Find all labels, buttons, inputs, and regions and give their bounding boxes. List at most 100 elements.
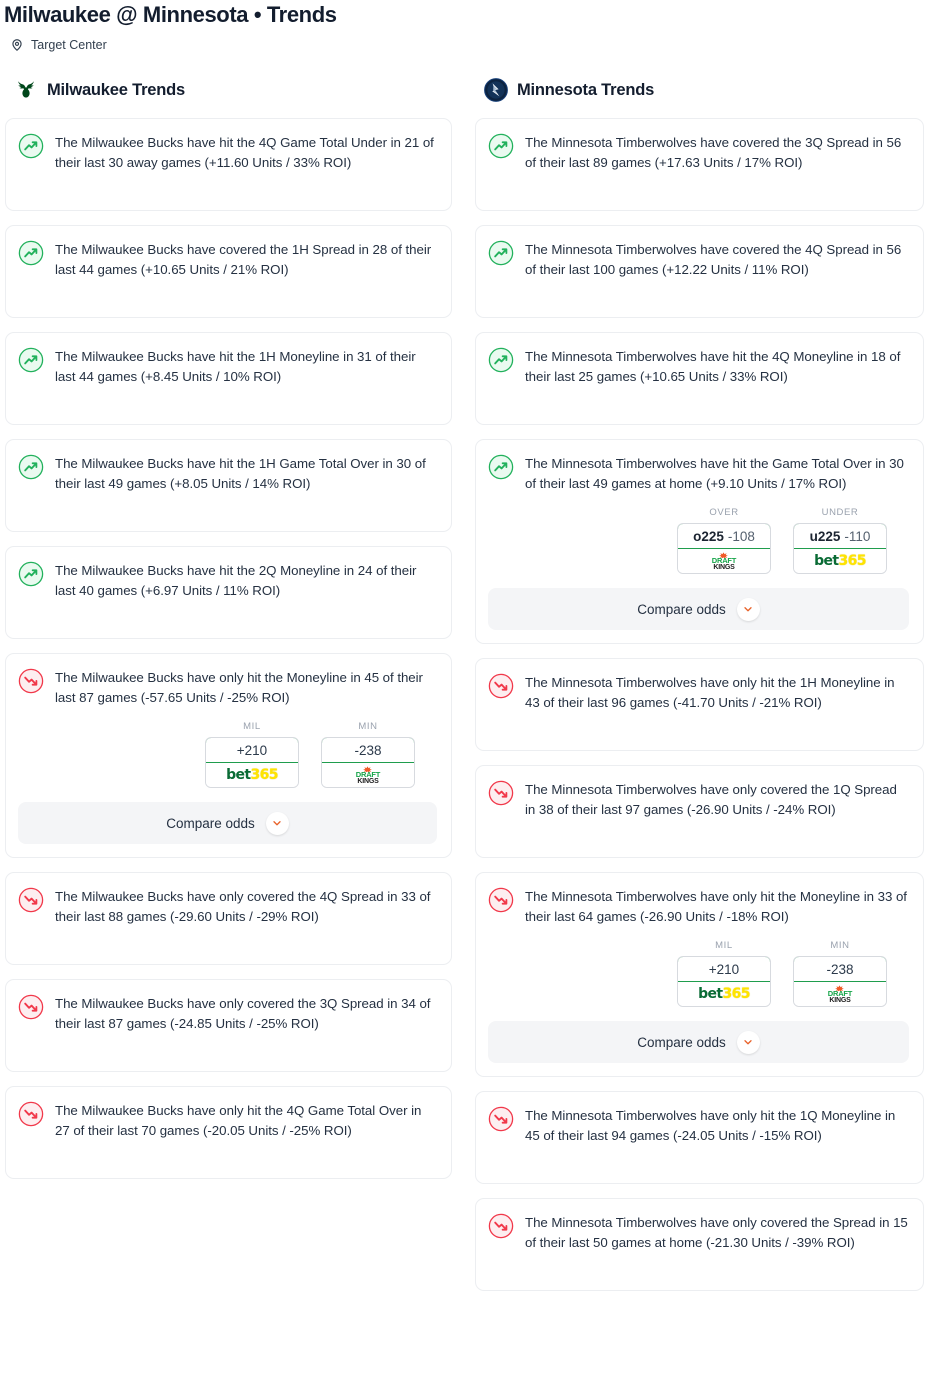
trend-text: The Milwaukee Bucks have only hit the Mo… — [55, 670, 423, 705]
trend-card: The Milwaukee Bucks have hit the 2Q Mone… — [5, 546, 452, 639]
trend-card-top: The Minnesota Timberwolves have covered … — [488, 132, 909, 172]
sportsbook-logo[interactable]: DRAFT KINGS — [794, 982, 886, 1006]
odds-box[interactable]: o225 -108 DRAFT KINGS — [677, 523, 771, 574]
odds-widget: MIL +210 bet365 MIN -238 DRAFT KINGS — [488, 940, 909, 1007]
odds-price: -110 — [844, 528, 871, 544]
odds-value[interactable]: -238 — [794, 957, 886, 982]
odds-box[interactable]: -238 DRAFT KINGS — [321, 737, 415, 788]
odds-value[interactable]: o225 -108 — [678, 524, 770, 549]
trend-card: The Milwaukee Bucks have hit the 1H Game… — [5, 439, 452, 532]
bucks-logo — [14, 78, 38, 102]
trend-card-top: The Minnesota Timberwolves have only hit… — [488, 886, 909, 926]
odds-widget: MIL +210 bet365 MIN -238 DRAFT KINGS — [18, 721, 437, 788]
trends-page: Milwaukee @ Minnesota • Trends Target Ce… — [0, 0, 940, 1313]
trend-card-top: The Minnesota Timberwolves have only hit… — [488, 672, 909, 712]
trend-card-top: The Milwaukee Bucks have only covered th… — [18, 993, 437, 1033]
odds-price: -238 — [354, 742, 382, 758]
venue-name: Target Center — [31, 38, 107, 52]
trend-card: The Milwaukee Bucks have only covered th… — [5, 872, 452, 965]
odds-box[interactable]: -238 DRAFT KINGS — [793, 956, 887, 1007]
column-heading-minnesota: Minnesota Trends — [475, 78, 924, 102]
odds-option: UNDER u225 -110 bet365 — [793, 507, 887, 574]
compare-odds-button[interactable]: Compare odds — [488, 1021, 909, 1063]
trend-down-icon — [488, 673, 514, 699]
compare-odds-label: Compare odds — [637, 1034, 726, 1050]
page-title: Milwaukee @ Minnesota • Trends — [4, 2, 337, 27]
trend-card: The Minnesota Timberwolves have only cov… — [475, 1198, 924, 1291]
sportsbook-logo[interactable]: bet365 — [794, 549, 886, 573]
compare-odds-label: Compare odds — [166, 815, 255, 831]
trend-card: The Minnesota Timberwolves have hit the … — [475, 439, 924, 644]
trend-card-top: The Milwaukee Bucks have only hit the Mo… — [18, 667, 437, 707]
column-heading-milwaukee: Milwaukee Trends — [5, 78, 452, 102]
trend-up-icon — [18, 133, 44, 159]
bet365-logo: bet365 — [814, 553, 866, 569]
trend-text: The Minnesota Timberwolves have only hit… — [525, 889, 907, 924]
draftkings-logo: DRAFT KINGS — [712, 551, 736, 571]
trend-card-top: The Milwaukee Bucks have hit the 1H Game… — [18, 453, 437, 493]
trend-down-icon — [488, 887, 514, 913]
sportsbook-logo[interactable]: DRAFT KINGS — [322, 763, 414, 787]
trend-card-top: The Minnesota Timberwolves have covered … — [488, 239, 909, 279]
odds-value[interactable]: +210 — [206, 738, 298, 763]
odds-option-label: MIN — [830, 940, 850, 951]
odds-option-label: MIL — [243, 721, 261, 732]
odds-option: MIN -238 DRAFT KINGS — [321, 721, 415, 788]
trend-card-top: The Minnesota Timberwolves have only cov… — [488, 1212, 909, 1252]
column-heading-label: Milwaukee Trends — [47, 80, 186, 99]
trend-text: The Milwaukee Bucks have hit the 1H Mone… — [55, 349, 416, 384]
odds-option: MIL +210 bet365 — [205, 721, 299, 788]
trend-text: The Milwaukee Bucks have only covered th… — [55, 996, 431, 1031]
trend-text: The Minnesota Timberwolves have hit the … — [525, 349, 901, 384]
odds-option: MIL +210 bet365 — [677, 940, 771, 1007]
sportsbook-logo[interactable]: DRAFT KINGS — [678, 549, 770, 573]
trend-card-top: The Minnesota Timberwolves have hit the … — [488, 346, 909, 386]
trend-text: The Milwaukee Bucks have hit the 2Q Mone… — [55, 563, 417, 598]
trend-text: The Minnesota Timberwolves have only cov… — [525, 1215, 908, 1250]
trend-card-top: The Milwaukee Bucks have only covered th… — [18, 886, 437, 926]
odds-price: -238 — [826, 961, 854, 977]
odds-price: +210 — [236, 742, 268, 758]
sportsbook-logo[interactable]: bet365 — [678, 982, 770, 1006]
trend-card-top: The Minnesota Timberwolves have only cov… — [488, 779, 909, 819]
odds-line: o225 — [693, 528, 724, 544]
odds-option-label: OVER — [709, 507, 739, 518]
trend-down-icon — [18, 887, 44, 913]
trend-card-top: The Milwaukee Bucks have hit the 4Q Game… — [18, 132, 437, 172]
trends-column-minnesota: Minnesota Trends The Minnesota Timberwolv… — [472, 78, 924, 1305]
trend-card-top: The Minnesota Timberwolves have only hit… — [488, 1105, 909, 1145]
trend-down-icon — [488, 780, 514, 806]
odds-value[interactable]: -238 — [322, 738, 414, 763]
compare-odds-label: Compare odds — [637, 601, 726, 617]
trend-card-top: The Milwaukee Bucks have covered the 1H … — [18, 239, 437, 279]
trend-card: The Milwaukee Bucks have hit the 1H Mone… — [5, 332, 452, 425]
odds-line: u225 — [809, 528, 841, 544]
trend-card: The Milwaukee Bucks have covered the 1H … — [5, 225, 452, 318]
trend-down-icon — [488, 1213, 514, 1239]
chevron-down-icon — [736, 597, 760, 621]
trend-text: The Minnesota Timberwolves have only cov… — [525, 782, 897, 817]
venue-row: Target Center — [4, 38, 940, 52]
trend-down-icon — [18, 1101, 44, 1127]
odds-value[interactable]: u225 -110 — [794, 524, 886, 549]
odds-value[interactable]: +210 — [678, 957, 770, 982]
trend-text: The Milwaukee Bucks have only hit the 4Q… — [55, 1103, 422, 1138]
trend-up-icon — [18, 454, 44, 480]
compare-odds-button[interactable]: Compare odds — [18, 802, 437, 844]
trend-up-icon — [18, 561, 44, 587]
trend-down-icon — [488, 1106, 514, 1132]
odds-price: +210 — [708, 961, 740, 977]
chevron-down-icon — [736, 1030, 760, 1054]
location-pin-icon — [10, 38, 24, 52]
odds-box[interactable]: +210 bet365 — [205, 737, 299, 788]
trend-text: The Minnesota Timberwolves have covered … — [525, 242, 902, 277]
trend-card: The Minnesota Timberwolves have hit the … — [475, 332, 924, 425]
trend-text: The Milwaukee Bucks have hit the 4Q Game… — [55, 135, 434, 170]
trend-text: The Minnesota Timberwolves have only hit… — [525, 1108, 896, 1143]
odds-box[interactable]: +210 bet365 — [677, 956, 771, 1007]
compare-odds-button[interactable]: Compare odds — [488, 588, 909, 630]
odds-box[interactable]: u225 -110 bet365 — [793, 523, 887, 574]
sportsbook-logo[interactable]: bet365 — [206, 763, 298, 787]
trend-card: The Minnesota Timberwolves have only hit… — [475, 658, 924, 751]
draftkings-logo: DRAFT KINGS — [356, 765, 380, 785]
